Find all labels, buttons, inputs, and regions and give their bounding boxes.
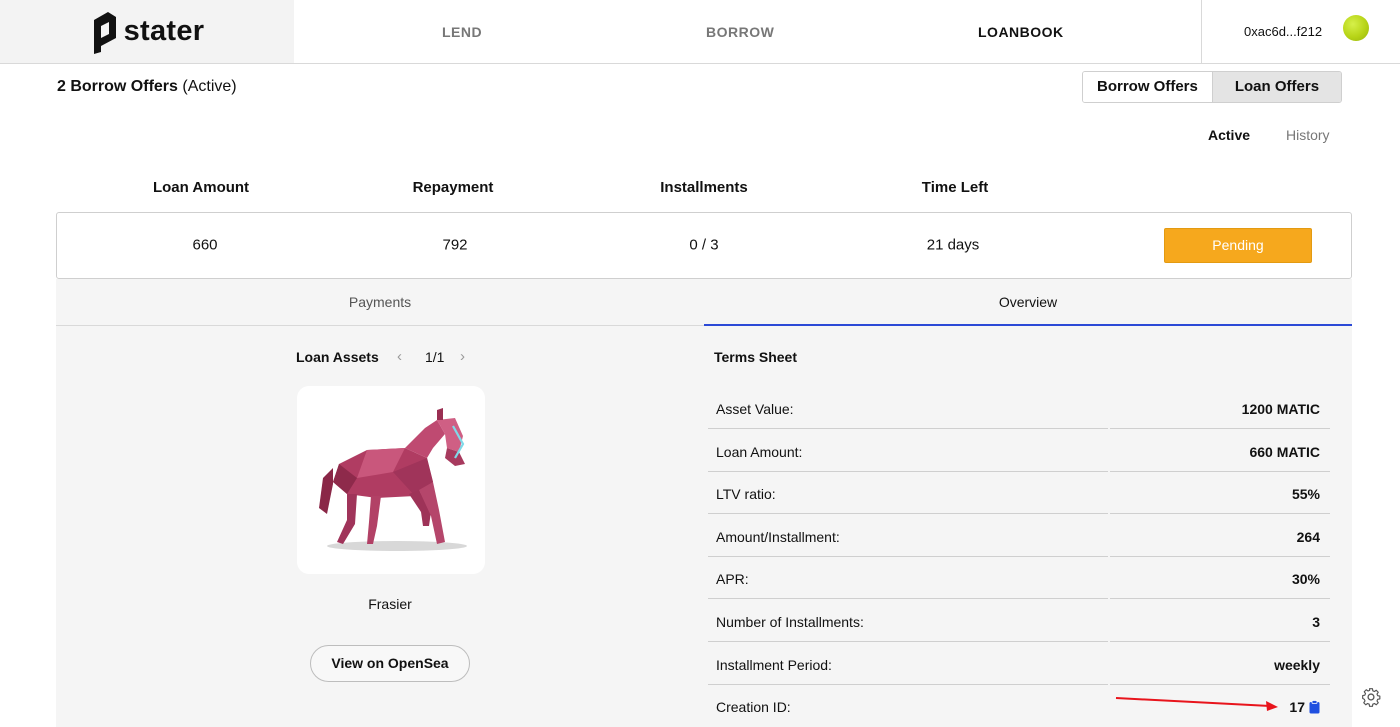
terms-label-cell: APR: [708,557,1108,599]
terms-value-cell: 660 MATIC [1110,430,1330,472]
offers-count: 2 Borrow Offers [57,78,178,95]
terms-label: Loan Amount: [716,444,803,460]
terms-label-cell: Number of Installments: [708,600,1108,642]
terms-value: 264 [1297,529,1320,545]
offers-type-toggle: Borrow Offers Loan Offers [1082,71,1343,103]
annotation-arrow [1115,697,1278,711]
stater-logo-icon [93,11,116,54]
terms-label-cell: Installment Period: [708,643,1108,685]
terms-value: 3 [1312,614,1320,630]
terms-value-cell: 3 [1110,600,1330,642]
terms-row: Asset Value: 1200 MATIC [708,387,1330,429]
terms-value: 17 [1289,699,1320,715]
terms-row: LTV ratio: 55% [708,472,1330,514]
tab-overview[interactable]: Overview [704,279,1352,326]
terms-value-text: 55% [1291,486,1320,502]
terms-row: Amount/Installment: 264 [708,515,1330,557]
terms-label: Creation ID: [716,699,791,715]
terms-value-cell: weekly [1110,643,1330,685]
offers-status: (Active) [182,78,237,95]
header-time-left: Time Left [921,179,989,196]
header-loan-amount: Loan Amount [152,179,250,196]
terms-value: 660 MATIC [1249,444,1320,460]
row-loan-amount: 660 [192,236,218,254]
header-installments: Installments [660,179,748,196]
tab-active[interactable]: Active [1208,127,1250,143]
terms-value-text: 3 [1312,614,1320,630]
terms-label: Installment Period: [716,657,832,673]
copy-clipboard-icon[interactable] [1309,700,1320,714]
row-repayment: 792 [442,236,468,254]
top-navbar: stater LEND BORROW LOANBOOK 0xac6d...f21… [0,0,1400,64]
tab-history[interactable]: History [1286,127,1330,143]
horse-nft-image [319,408,467,551]
terms-label-cell: Asset Value: [708,387,1108,429]
nav-divider [1201,0,1202,63]
nft-image-card[interactable] [297,386,485,574]
terms-value-text: 30% [1291,571,1320,587]
terms-label: Asset Value: [716,401,794,417]
brand-logo[interactable]: stater [0,0,294,63]
wallet-address[interactable]: 0xac6d...f212 [1244,0,1322,64]
row-installments: 0 / 3 [689,236,719,254]
nft-name: Frasier [368,596,412,612]
terms-value: weekly [1274,657,1320,673]
loan-assets-title: Loan Assets [296,349,379,365]
view-on-opensea-button[interactable]: View on OpenSea [310,645,470,682]
terms-value: 1200 MATIC [1242,401,1320,417]
terms-label-cell: Creation ID: [708,685,1108,727]
terms-label: Number of Installments: [716,614,864,630]
offers-title: 2 Borrow Offers (Active) [57,78,237,96]
nav-loanbook[interactable]: LOANBOOK [978,0,1064,64]
row-time-left: 21 days [926,236,980,254]
terms-label: APR: [716,571,749,587]
terms-row: Number of Installments: 3 [708,600,1330,642]
terms-label-cell: LTV ratio: [708,472,1108,514]
brand-name: stater [123,15,205,47]
terms-row: Installment Period: weekly [708,643,1330,685]
terms-value: 30% [1292,571,1320,587]
chevron-left-icon[interactable]: ‹ [397,348,402,365]
terms-value-text: 660 MATIC [1249,444,1320,460]
nav-borrow[interactable]: BORROW [706,0,774,64]
header-repayment: Repayment [412,179,494,196]
pending-status-button[interactable]: Pending [1164,228,1312,263]
terms-value-cell: 264 [1110,515,1330,557]
chevron-right-icon[interactable]: › [460,348,465,365]
terms-row: Loan Amount: 660 MATIC [708,430,1330,472]
assets-pagination: 1/1 [425,349,445,365]
terms-value-text: 17 [1289,699,1305,715]
terms-value: 55% [1292,486,1320,502]
terms-value-cell: 30% [1110,557,1330,599]
loan-offers-button[interactable]: Loan Offers [1211,72,1342,102]
terms-value-text: 264 [1296,529,1320,545]
terms-value-text: 1200 MATIC [1241,401,1320,417]
nav-lend[interactable]: LEND [442,0,482,64]
terms-label-cell: Amount/Installment: [708,515,1108,557]
tab-payments[interactable]: Payments [56,279,704,326]
terms-label: LTV ratio: [716,486,776,502]
terms-value-cell: 55% [1110,472,1330,514]
terms-value-cell: 1200 MATIC [1110,387,1330,429]
terms-row: APR: 30% [708,557,1330,599]
settings-gear-icon[interactable] [1361,687,1381,707]
terms-sheet-title: Terms Sheet [714,349,797,365]
terms-value-text: weekly [1274,657,1320,673]
wallet-avatar[interactable] [1343,15,1369,41]
terms-label: Amount/Installment: [716,529,840,545]
borrow-offers-button[interactable]: Borrow Offers [1083,72,1212,102]
terms-label-cell: Loan Amount: [708,430,1108,472]
